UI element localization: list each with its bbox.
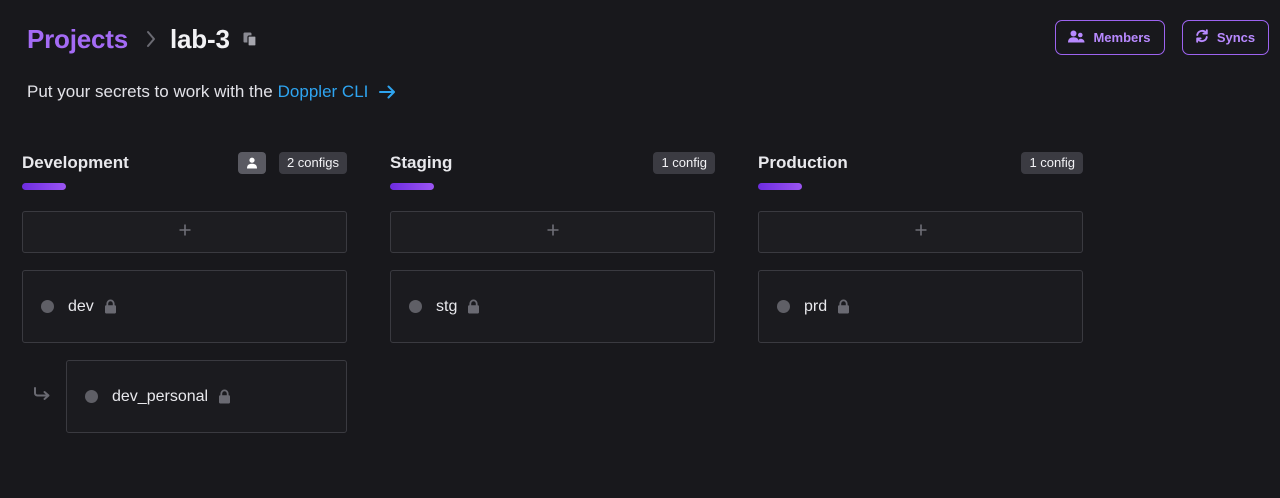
add-config-button[interactable] bbox=[22, 211, 347, 253]
cli-prompt: Put your secrets to work with the Dopple… bbox=[27, 82, 396, 102]
config-name: stg bbox=[436, 297, 458, 315]
config-count-badge: 2 configs bbox=[278, 151, 347, 174]
environment-name[interactable]: Staging bbox=[390, 153, 653, 173]
environment-header: Production 1 config bbox=[758, 150, 1083, 175]
person-icon bbox=[237, 151, 266, 174]
config-card-prd[interactable]: prd bbox=[758, 270, 1083, 343]
add-config-button[interactable] bbox=[758, 211, 1083, 253]
config-name: dev bbox=[68, 297, 94, 315]
lock-icon bbox=[837, 299, 850, 314]
arrow-right-icon bbox=[379, 85, 396, 99]
plus-icon bbox=[179, 223, 191, 241]
environment-accent-bar bbox=[390, 183, 434, 190]
branch-arrow-icon bbox=[33, 387, 51, 401]
config-card-dev-personal[interactable]: dev_personal bbox=[66, 360, 347, 433]
add-config-button[interactable] bbox=[390, 211, 715, 253]
environment-header: Development 2 configs bbox=[22, 150, 347, 175]
status-dot bbox=[41, 300, 54, 313]
copy-icon[interactable] bbox=[242, 31, 258, 47]
page-title: lab-3 bbox=[170, 23, 230, 54]
project-page: Projects lab-3 Members Syncs Put your se… bbox=[0, 0, 1280, 498]
doppler-cli-link-text: Doppler CLI bbox=[277, 82, 369, 101]
environment-name[interactable]: Production bbox=[758, 153, 1021, 173]
config-name: prd bbox=[804, 297, 828, 315]
config-card-stg[interactable]: stg bbox=[390, 270, 715, 343]
environment-header: Staging 1 config bbox=[390, 150, 715, 175]
environment-development: Development 2 configs dev bbox=[22, 150, 347, 343]
breadcrumb-projects-link[interactable]: Projects bbox=[27, 24, 128, 55]
status-dot bbox=[409, 300, 422, 313]
environment-production: Production 1 config prd bbox=[758, 150, 1083, 343]
doppler-cli-link[interactable]: Doppler CLI bbox=[278, 82, 397, 102]
environment-name[interactable]: Development bbox=[22, 153, 238, 173]
environment-staging: Staging 1 config stg bbox=[390, 150, 715, 343]
config-count-badge: 1 config bbox=[1021, 151, 1083, 174]
config-name: dev_personal bbox=[112, 387, 209, 405]
config-count-badge: 1 config bbox=[653, 151, 715, 174]
syncs-label: Syncs bbox=[1216, 30, 1256, 45]
lock-icon bbox=[104, 299, 117, 314]
status-dot bbox=[85, 390, 98, 403]
sync-icon bbox=[1195, 29, 1209, 46]
branch-config-row: dev_personal bbox=[22, 360, 347, 433]
syncs-button[interactable]: Syncs bbox=[1182, 20, 1269, 55]
cli-prompt-text: Put your secrets to work with the bbox=[27, 82, 273, 101]
plus-icon bbox=[547, 223, 559, 241]
members-label: Members bbox=[1093, 30, 1151, 45]
header-actions: Members Syncs bbox=[1055, 20, 1269, 55]
users-icon bbox=[1068, 30, 1085, 46]
lock-icon bbox=[218, 389, 231, 404]
lock-icon bbox=[467, 299, 480, 314]
status-dot bbox=[777, 300, 790, 313]
breadcrumb: Projects lab-3 bbox=[27, 22, 258, 56]
plus-icon bbox=[915, 223, 927, 241]
chevron-right-icon bbox=[146, 30, 156, 48]
environment-accent-bar bbox=[758, 183, 802, 190]
config-card-dev[interactable]: dev bbox=[22, 270, 347, 343]
members-button[interactable]: Members bbox=[1055, 20, 1165, 55]
environment-accent-bar bbox=[22, 183, 66, 190]
